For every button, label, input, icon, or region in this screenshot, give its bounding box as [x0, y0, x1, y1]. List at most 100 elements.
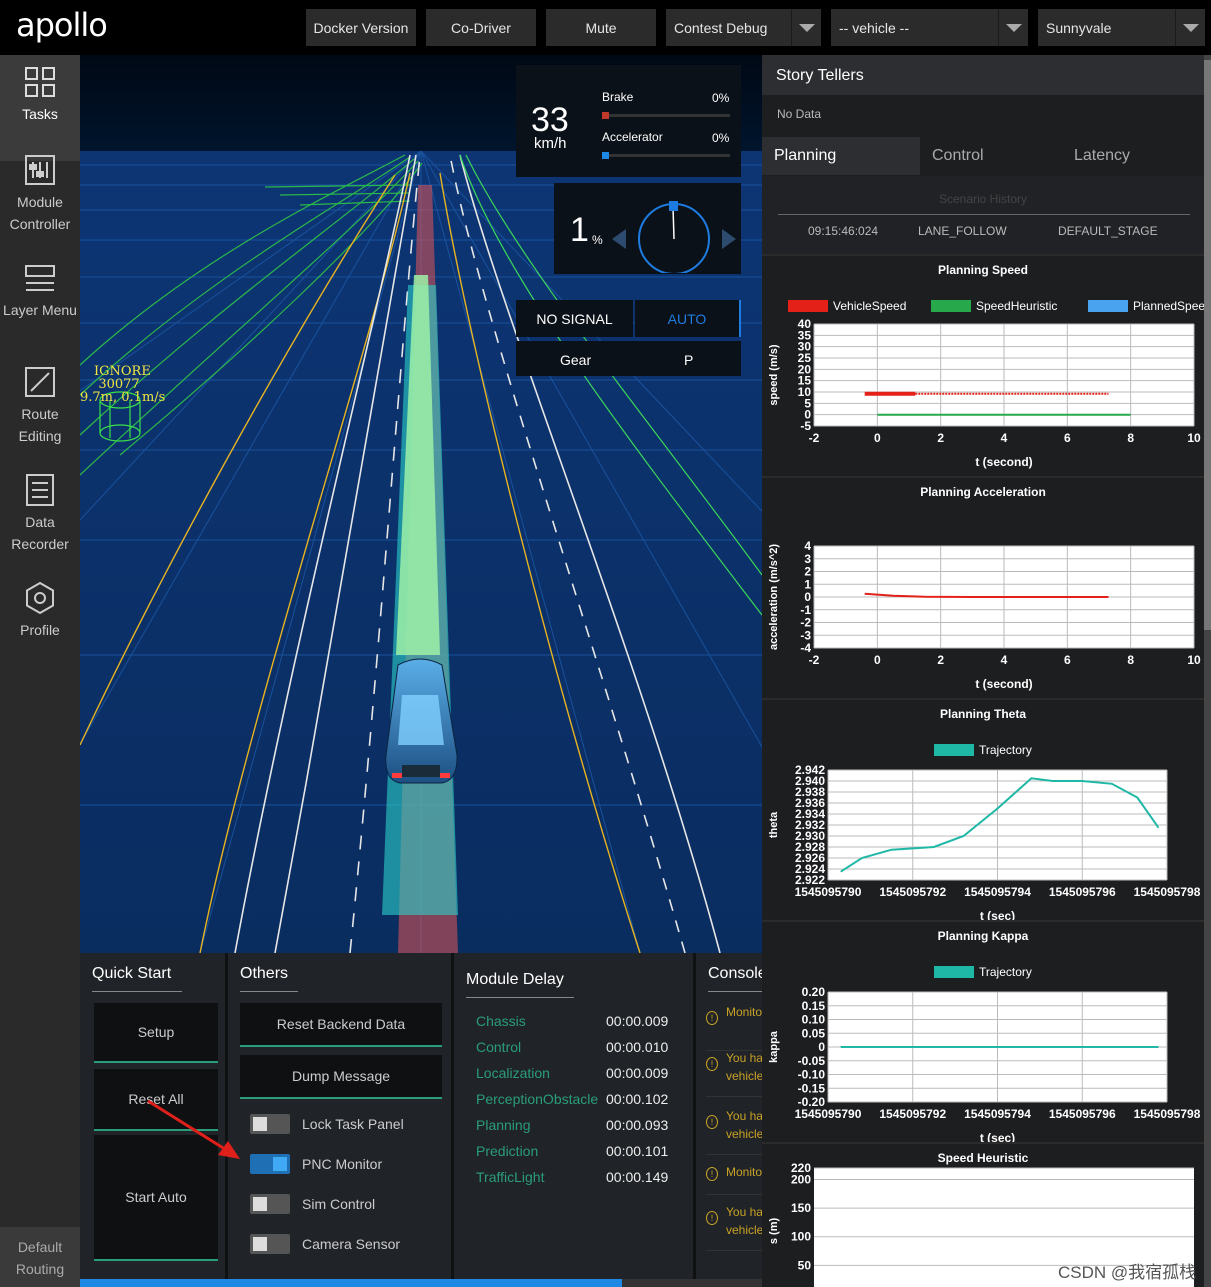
y-tick-label: -1 — [800, 603, 811, 617]
data-recorder-icon — [26, 474, 54, 506]
y-tick-label: 50 — [798, 1258, 812, 1272]
vehicle-select-value: -- vehicle -- — [839, 19, 910, 36]
y-tick-label: 0.05 — [802, 1026, 826, 1040]
tab-control[interactable]: Control — [920, 137, 1062, 175]
map-select[interactable]: Sunnyvale — [1038, 9, 1205, 46]
pnc-monitor-toggle[interactable] — [250, 1154, 290, 1174]
lock-task-panel-toggle[interactable] — [250, 1114, 290, 1134]
module-delay-value: 00:00.101 — [606, 1143, 669, 1159]
sidebar-item-route-editing[interactable]: Route Editing — [0, 357, 80, 465]
chevron-down-icon[interactable] — [998, 9, 1028, 46]
drive-mode-indicator: AUTO — [635, 300, 741, 337]
scene-view[interactable]: IGNORE 30077 9.7m, 0.1m/s 33 km/h Brake … — [80, 55, 762, 953]
signal-indicator: NO SIGNAL — [516, 300, 633, 337]
y-tick-label: -0.10 — [798, 1068, 826, 1082]
chart-legend: Trajectory — [934, 743, 1032, 757]
mode-select[interactable]: Contest Debug — [666, 9, 821, 46]
camera-sensor-toggle[interactable] — [250, 1234, 290, 1254]
legend-label: SpeedHeuristic — [976, 299, 1057, 313]
reset-backend-data-button[interactable]: Reset Backend Data — [240, 1003, 442, 1047]
x-axis-label: t (second) — [975, 677, 1032, 691]
legend-swatch — [934, 744, 974, 756]
warning-icon: ! — [706, 1057, 718, 1071]
x-tick-label: 4 — [1001, 431, 1008, 445]
chart-canvas: Planning ThetaTrajectory2.9222.9242.9262… — [768, 707, 1201, 923]
y-tick-label: 0.15 — [802, 999, 826, 1013]
annotation-arrow — [147, 1099, 240, 1159]
default-routing-button[interactable]: Default Routing — [0, 1227, 80, 1287]
chevron-down-icon[interactable] — [791, 9, 821, 46]
horizontal-scrollbar[interactable] — [80, 1279, 762, 1287]
y-tick-label: 40 — [798, 317, 812, 331]
y-tick-label: 2 — [804, 565, 811, 579]
x-tick-label: 10 — [1187, 431, 1201, 445]
module-delay-row: Prediction 00:00.101 — [476, 1143, 676, 1163]
y-axis-label: kappa — [768, 1030, 780, 1063]
brake-bar-fill — [602, 112, 609, 119]
mode-select-value: Contest Debug — [674, 19, 768, 36]
y-tick-label: 0 — [804, 590, 811, 604]
chart-title: Planning Speed — [938, 263, 1028, 277]
tab-latency[interactable]: Latency — [1062, 137, 1204, 175]
mute-button[interactable]: Mute — [546, 9, 656, 46]
sidebar-item-profile[interactable]: Profile — [0, 573, 80, 663]
chevron-down-icon[interactable] — [1175, 9, 1205, 46]
scenario-time: 09:15:46:024 — [808, 224, 879, 238]
speed-unit: km/h — [534, 135, 567, 152]
legend-label: PlannedSpeed — [1133, 299, 1204, 313]
co-driver-button[interactable]: Co-Driver — [426, 9, 536, 46]
accelerator-label: Accelerator — [602, 130, 663, 144]
module-name: Control — [476, 1039, 522, 1055]
layer-menu-icon — [25, 265, 55, 291]
speed-panel: 33 km/h Brake 0% Accelerator 0% — [516, 65, 741, 177]
sidebar-item-layer-menu[interactable]: Layer Menu — [0, 249, 80, 357]
warning-icon: ! — [706, 1211, 718, 1225]
setup-button[interactable]: Setup — [94, 1003, 218, 1063]
pnc-monitor-panel: Story Tellers No Data Planning Control L… — [762, 55, 1211, 1287]
steering-unit: % — [592, 233, 603, 247]
console-message: ! You ha vehicle — [706, 1041, 766, 1097]
chart-planning-speed: Planning Speed VehicleSpeed SpeedHeuristic… — [762, 254, 1211, 476]
docker-version-button[interactable]: Docker Version — [306, 9, 416, 46]
module-name: Localization — [476, 1065, 550, 1081]
camera-sensor-label: Camera Sensor — [302, 1236, 401, 1252]
chart-planning-acceleration: Planning Acceleration -4 -3 -2 -1 0 1 2 3 4 accele… — [762, 476, 1204, 698]
profile-icon — [26, 581, 54, 615]
module-delay-value: 00:00.093 — [606, 1117, 669, 1133]
sidebar-item-label: Tasks — [22, 106, 58, 122]
story-tellers-title: Story Tellers — [762, 55, 1204, 95]
scenario-stage: DEFAULT_STAGE — [1058, 224, 1158, 238]
module-delay-row: Control 00:00.010 — [476, 1039, 676, 1059]
x-tick-label: 1545095796 — [1049, 1107, 1116, 1121]
dump-message-button[interactable]: Dump Message — [240, 1055, 442, 1099]
y-tick-label: -0.15 — [798, 1081, 826, 1095]
sidebar-item-data-recorder[interactable]: Data Recorder — [0, 465, 80, 573]
y-tick-label: 4 — [804, 539, 811, 553]
x-tick-label: 0 — [874, 653, 881, 667]
app-window: apollo Docker Version Co-Driver Mute Con… — [0, 0, 1211, 1287]
chart-legend: Trajectory — [934, 965, 1032, 979]
y-tick-label: 0 — [818, 1040, 825, 1054]
y-axis-label: s (m) — [768, 1218, 780, 1245]
y-tick-label: 3 — [804, 552, 811, 566]
sidebar-item-module-controller[interactable]: Module Controller — [0, 141, 80, 249]
console-message: ! You ha vehicle — [706, 1195, 766, 1251]
accelerator-value: 0% — [712, 131, 730, 145]
gear-label: Gear — [560, 352, 592, 368]
no-data-text: No Data — [777, 107, 822, 121]
sim-control-toggle[interactable] — [250, 1194, 290, 1214]
vehicle-select[interactable]: -- vehicle -- — [831, 9, 1028, 46]
chart-planning-kappa: Planning Kappa Trajectory -0.20 -0.15 -0.10-… — [762, 920, 1204, 1145]
x-tick-label: 2 — [937, 653, 944, 667]
x-tick-label: -2 — [809, 431, 820, 445]
tab-planning[interactable]: Planning — [762, 137, 920, 175]
horizontal-scrollbar-thumb[interactable] — [80, 1279, 622, 1287]
gear-value: P — [684, 352, 694, 368]
x-tick-label: 1545095792 — [879, 885, 946, 899]
watermark: CSDN @我宿孤栈 — [1058, 1263, 1197, 1282]
legend-swatch — [1088, 300, 1128, 312]
right-scrollbar-thumb[interactable] — [1204, 60, 1211, 630]
chart-title: Speed Heuristic — [938, 1151, 1029, 1165]
y-axis-label: acceleration (m/s^2) — [768, 544, 780, 650]
top-bar: apollo Docker Version Co-Driver Mute Con… — [0, 0, 1211, 55]
